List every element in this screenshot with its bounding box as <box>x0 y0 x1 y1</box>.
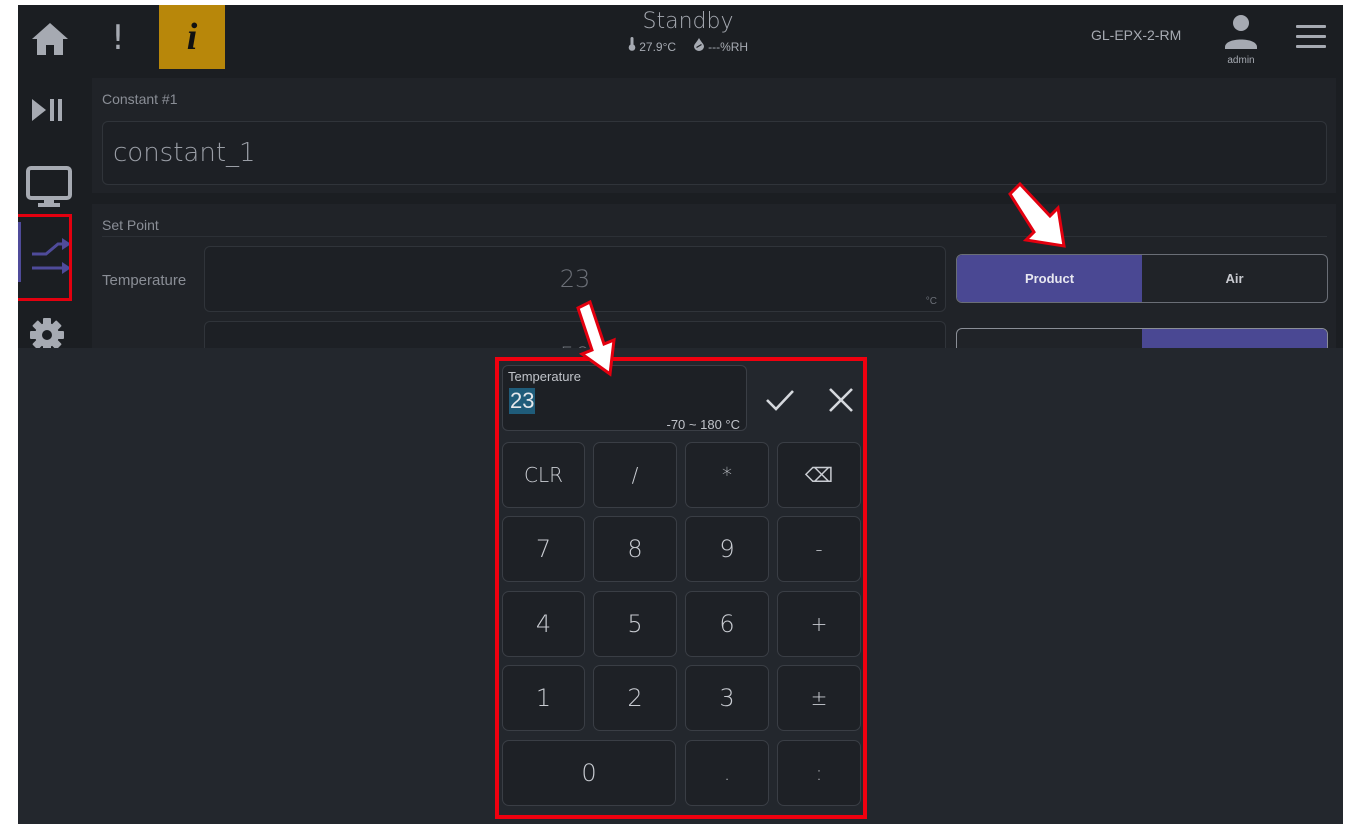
highlight-frame-nav <box>18 214 72 301</box>
temperature-unit: °C <box>925 296 937 307</box>
alert-icon[interactable]: ! <box>108 17 128 59</box>
divider <box>102 236 1327 237</box>
status-readings: 27.9°C ---%RH <box>538 37 838 56</box>
humidity-icon <box>693 37 708 54</box>
product-option[interactable]: Product <box>957 255 1142 302</box>
user-name: admin <box>1227 55 1255 66</box>
temperature-label: Temperature <box>102 272 187 289</box>
constant-name-value: constant_1 <box>113 138 256 168</box>
setpoint-section-label: Set Point <box>102 217 159 233</box>
nav-run-control[interactable] <box>18 80 86 140</box>
app-window: ! i Standby 27.9°C ---%RH GL-EPX-2-RM ad… <box>18 5 1343 824</box>
constant-name-field[interactable]: constant_1 <box>102 121 1327 185</box>
nav-monitor[interactable] <box>18 155 86 215</box>
temperature-reading: 27.9°C <box>639 39 677 54</box>
status-area: Standby 27.9°C ---%RH <box>538 7 838 56</box>
thermometer-icon <box>628 37 639 54</box>
home-icon[interactable] <box>30 20 70 58</box>
top-bar: ! i Standby 27.9°C ---%RH GL-EPX-2-RM ad… <box>18 5 1343 72</box>
constant-section-label: Constant #1 <box>102 91 178 107</box>
hamburger-menu-icon[interactable] <box>1296 25 1326 49</box>
highlight-frame-keypad <box>495 357 867 819</box>
control-mode-toggle: Product Air <box>956 254 1328 303</box>
humidity-reading: ---%RH <box>708 39 749 54</box>
air-option[interactable]: Air <box>1142 255 1327 302</box>
status-title: Standby <box>642 9 734 34</box>
device-name: GL-EPX-2-RM <box>1091 27 1182 43</box>
annotation-arrow-keypad <box>570 298 626 383</box>
annotation-arrow-product <box>1004 180 1074 257</box>
info-icon[interactable]: i <box>159 5 225 69</box>
play-pause-icon <box>18 99 86 144</box>
temperature-setpoint-value: 23 <box>559 265 591 293</box>
user-button[interactable]: admin <box>1223 13 1259 66</box>
